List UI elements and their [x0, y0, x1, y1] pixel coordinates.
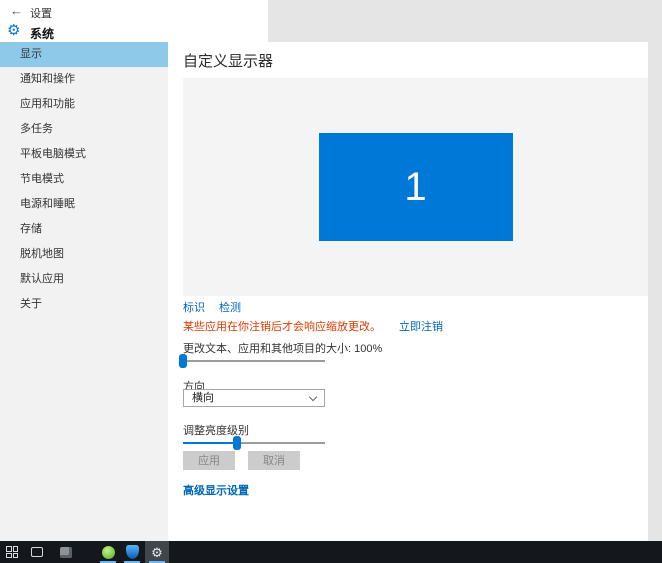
monitor-number: 1 — [404, 165, 426, 210]
display-preview-panel: 1 — [183, 78, 648, 296]
task-view-icon — [31, 547, 43, 557]
start-button[interactable] — [0, 541, 24, 563]
monitor-1[interactable]: 1 — [319, 133, 513, 241]
sidebar-item-notifications-actions[interactable]: 通知和操作 — [0, 67, 168, 92]
gear-icon: ⚙ — [151, 546, 163, 559]
page-category-title: 系统 — [30, 25, 54, 42]
sidebar-item-default-apps[interactable]: 默认应用 — [0, 267, 168, 292]
sidebar-item-display[interactable]: 显示 — [0, 42, 168, 67]
sidebar-item-multitasking[interactable]: 多任务 — [0, 117, 168, 142]
sidebar-item-apps-features[interactable]: 应用和功能 — [0, 92, 168, 117]
green-ball-icon — [102, 546, 115, 559]
signout-notice: 某些应用在你注销后才会响应缩放更改。 立即注销 — [183, 318, 443, 334]
brightness-slider[interactable] — [183, 436, 325, 450]
titlebar: ← 设置 ⚙ 系统 — [0, 0, 662, 42]
identify-detect-links: 标识 检测 — [183, 299, 241, 315]
main-content: 自定义显示器 1 标识 检测 某些应用在你注销后才会响应缩放更改。 立即注销 更… — [168, 42, 648, 541]
sidebar-item-offline-maps[interactable]: 脱机地图 — [0, 242, 168, 267]
running-app-shield-button[interactable] — [120, 541, 144, 563]
page-title: 自定义显示器 — [183, 50, 273, 71]
running-app-green-button[interactable] — [96, 541, 120, 563]
sidebar-item-about[interactable]: 关于 — [0, 292, 168, 317]
settings-window: ← 设置 ⚙ 系统 显示 通知和操作 应用和功能 多任务 平板电脑模式 节电模式… — [0, 0, 662, 563]
windows-logo-icon — [6, 546, 18, 558]
apply-cancel-buttons: 应用 取消 — [183, 451, 300, 470]
advanced-display-settings-link[interactable]: 高级显示设置 — [183, 482, 249, 498]
system-gear-icon: ⚙ — [7, 21, 20, 39]
brightness-slider-fill — [183, 442, 237, 444]
desktop-edge — [648, 0, 662, 541]
settings-taskbar-button[interactable]: ⚙ — [145, 541, 169, 563]
titlebar-gray-area — [268, 0, 662, 42]
apply-button[interactable]: 应用 — [183, 451, 235, 470]
scaling-slider[interactable] — [183, 354, 325, 368]
sign-out-now-link[interactable]: 立即注销 — [399, 318, 443, 334]
orientation-value: 横向 — [192, 392, 214, 404]
sidebar-item-storage[interactable]: 存储 — [0, 217, 168, 242]
scaling-slider-track[interactable] — [183, 360, 325, 362]
back-icon[interactable]: ← — [10, 3, 23, 18]
task-view-button[interactable] — [25, 541, 49, 563]
chevron-down-icon — [309, 393, 317, 401]
scaling-slider-thumb[interactable] — [179, 354, 187, 368]
sidebar-item-power-sleep[interactable]: 电源和睡眠 — [0, 192, 168, 217]
app-icon — [60, 547, 72, 558]
sidebar-item-battery-saver[interactable]: 节电模式 — [0, 167, 168, 192]
sidebar: 显示 通知和操作 应用和功能 多任务 平板电脑模式 节电模式 电源和睡眠 存储 … — [0, 42, 168, 541]
window-title: 设置 — [30, 5, 52, 21]
detect-link[interactable]: 检测 — [219, 299, 241, 315]
shield-icon — [126, 545, 139, 559]
brightness-slider-thumb[interactable] — [233, 436, 241, 450]
cancel-button[interactable]: 取消 — [248, 451, 300, 470]
sidebar-item-tablet-mode[interactable]: 平板电脑模式 — [0, 142, 168, 167]
pinned-app-button[interactable] — [54, 541, 78, 563]
taskbar: ⚙ — [0, 541, 662, 563]
identify-link[interactable]: 标识 — [183, 299, 205, 315]
orientation-dropdown[interactable]: 横向 — [183, 389, 325, 407]
notice-text: 某些应用在你注销后才会响应缩放更改。 — [183, 318, 381, 334]
